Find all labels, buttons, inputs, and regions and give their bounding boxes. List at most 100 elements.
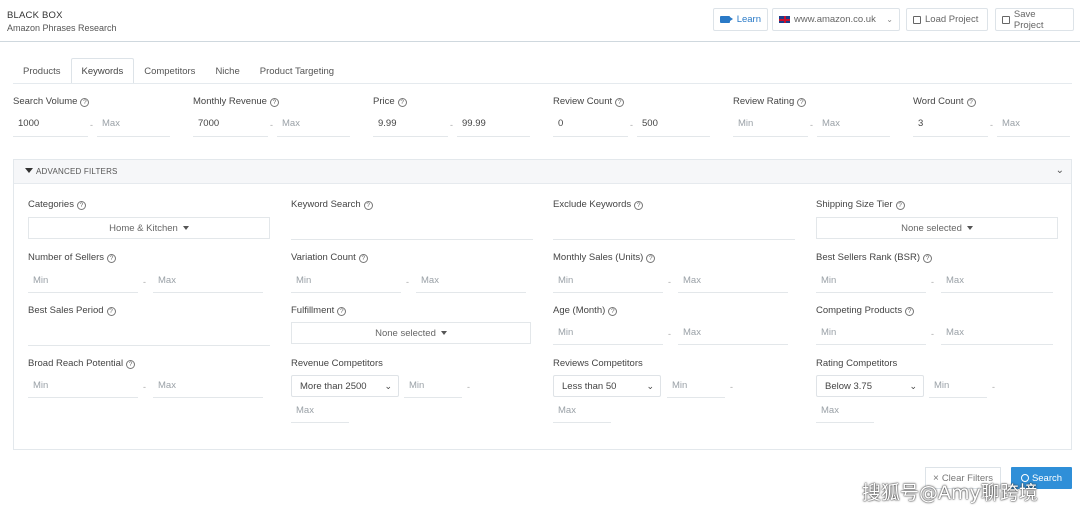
learn-button[interactable]: Learn	[713, 8, 768, 31]
monthly-sales-units-min-input[interactable]: Min	[553, 269, 663, 293]
save-project-button[interactable]: Save Project	[995, 8, 1074, 31]
help-icon[interactable]: ?	[337, 307, 347, 316]
review-count-min-input[interactable]: 0	[553, 111, 628, 137]
help-icon[interactable]: ?	[923, 254, 933, 263]
help-icon[interactable]: ?	[80, 98, 90, 107]
help-icon[interactable]: ?	[358, 254, 368, 263]
best-sellers-rank-min-input[interactable]: Min	[816, 269, 926, 293]
revenue-competitors-select[interactable]: More than 2500 ⌄	[291, 375, 399, 397]
exclude-keywords-input[interactable]	[553, 218, 795, 240]
help-icon[interactable]: ?	[905, 307, 915, 316]
range-dash: -	[406, 277, 409, 287]
reviews-competitors-max-input[interactable]: Max	[553, 399, 611, 423]
range-dash: -	[467, 382, 470, 392]
reviews-competitors-select[interactable]: Less than 50 ⌄	[553, 375, 661, 397]
rating-competitors-select[interactable]: Below 3.75 ⌄	[816, 375, 924, 397]
revenue-competitors-min-input[interactable]: Min	[404, 374, 462, 398]
help-icon[interactable]: ?	[966, 98, 976, 107]
help-icon[interactable]: ?	[615, 98, 625, 107]
advanced-filters-title: ADVANCED FILTERS	[25, 167, 118, 176]
reviews-competitors-min-input[interactable]: Min	[667, 374, 725, 398]
shipping-size-tier-label: Shipping Size Tier?	[816, 199, 905, 210]
monthly-revenue-min-input[interactable]: 7000	[193, 111, 268, 137]
upload-icon	[913, 15, 921, 24]
price-min-input[interactable]: 9.99	[373, 111, 448, 137]
range-dash: -	[90, 120, 93, 130]
categories-label: Categories?	[28, 199, 86, 210]
help-icon[interactable]: ?	[895, 201, 905, 210]
competing-products-min-input[interactable]: Min	[816, 321, 926, 345]
tab-products[interactable]: Products	[13, 58, 71, 84]
caret-down-icon	[182, 226, 189, 230]
age-month-max-input[interactable]: Max	[678, 321, 788, 345]
competing-products-max-input[interactable]: Max	[941, 321, 1053, 345]
review-rating-max-input[interactable]: Max	[817, 111, 890, 137]
range-dash: -	[450, 120, 453, 130]
reviews-competitors-label: Reviews Competitors	[553, 358, 643, 369]
age-month-min-input[interactable]: Min	[553, 321, 663, 345]
rating-competitors-min-input[interactable]: Min	[929, 374, 987, 398]
chevron-down-icon: ⌄	[646, 381, 654, 391]
range-dash: -	[810, 120, 813, 130]
best-sellers-rank-label: Best Sellers Rank (BSR)?	[816, 252, 933, 263]
tab-keywords[interactable]: Keywords	[70, 58, 135, 84]
tab-competitors[interactable]: Competitors	[134, 58, 205, 84]
marketplace-label: www.amazon.co.uk	[794, 14, 876, 25]
keyword-search-input[interactable]	[291, 218, 533, 240]
revenue-competitors-max-input[interactable]: Max	[291, 399, 349, 423]
best-sellers-rank-max-input[interactable]: Max	[941, 269, 1053, 293]
tab-niche[interactable]: Niche	[205, 58, 249, 84]
help-icon[interactable]: ?	[106, 307, 116, 316]
number-of-sellers-min-input[interactable]: Min	[28, 269, 138, 293]
variation-count-min-input[interactable]: Min	[291, 269, 401, 293]
marketplace-select[interactable]: www.amazon.co.uk ⌄	[772, 8, 900, 31]
review-count-label: Review Count?	[553, 96, 625, 107]
chevron-down-icon[interactable]: ⌄	[1056, 165, 1064, 176]
price-label: Price?	[373, 96, 407, 107]
help-icon[interactable]: ?	[646, 254, 656, 263]
competing-products-label: Competing Products?	[816, 305, 915, 316]
range-dash: -	[270, 120, 273, 130]
rating-competitors-max-input[interactable]: Max	[816, 399, 874, 423]
monthly-revenue-max-input[interactable]: Max	[277, 111, 350, 137]
shipping-size-tier-select[interactable]: None selected	[816, 217, 1058, 239]
fulfillment-select[interactable]: None selected	[291, 322, 531, 344]
brand-title: BLACK BOX	[7, 10, 63, 21]
price-max-input[interactable]: 99.99	[457, 111, 530, 137]
review-count-max-input[interactable]: 500	[637, 111, 710, 137]
review-rating-min-input[interactable]: Min	[733, 111, 808, 137]
help-icon[interactable]: ?	[397, 98, 407, 107]
tab-product-targeting[interactable]: Product Targeting	[250, 58, 344, 84]
broad-reach-potential-min-input[interactable]: Min	[28, 374, 138, 398]
search-volume-max-input[interactable]: Max	[97, 111, 170, 137]
advanced-filters-header[interactable]: ADVANCED FILTERS ⌄	[14, 160, 1071, 184]
load-project-button[interactable]: Load Project	[906, 8, 988, 31]
help-icon[interactable]: ?	[76, 201, 86, 210]
word-count-min-input[interactable]: 3	[913, 111, 988, 137]
variation-count-max-input[interactable]: Max	[416, 269, 526, 293]
monthly-sales-units-max-input[interactable]: Max	[678, 269, 788, 293]
age-month-label: Age (Month)?	[553, 305, 618, 316]
word-count-max-input[interactable]: Max	[997, 111, 1070, 137]
help-icon[interactable]: ?	[107, 254, 117, 263]
save-icon	[1002, 15, 1010, 24]
word-count-label: Word Count?	[913, 96, 976, 107]
revenue-competitors-label: Revenue Competitors	[291, 358, 383, 369]
help-icon[interactable]: ?	[363, 201, 373, 210]
help-icon[interactable]: ?	[634, 201, 644, 210]
watermark: 搜狐号@Amy聊跨境	[862, 482, 1038, 504]
search-volume-label: Search Volume?	[13, 96, 90, 107]
number-of-sellers-max-input[interactable]: Max	[153, 269, 263, 293]
help-icon[interactable]: ?	[269, 98, 279, 107]
help-icon[interactable]: ?	[126, 360, 136, 369]
categories-select[interactable]: Home & Kitchen	[28, 217, 270, 239]
range-dash: -	[990, 120, 993, 130]
help-icon[interactable]: ?	[608, 307, 618, 316]
best-sales-period-input[interactable]	[28, 324, 270, 346]
monthly-revenue-label: Monthly Revenue?	[193, 96, 279, 107]
help-icon[interactable]: ?	[797, 98, 807, 107]
broad-reach-potential-max-input[interactable]: Max	[153, 374, 263, 398]
exclude-keywords-label: Exclude Keywords?	[553, 199, 644, 210]
search-volume-min-input[interactable]: 1000	[13, 111, 88, 137]
chevron-down-icon: ⌄	[384, 381, 392, 391]
